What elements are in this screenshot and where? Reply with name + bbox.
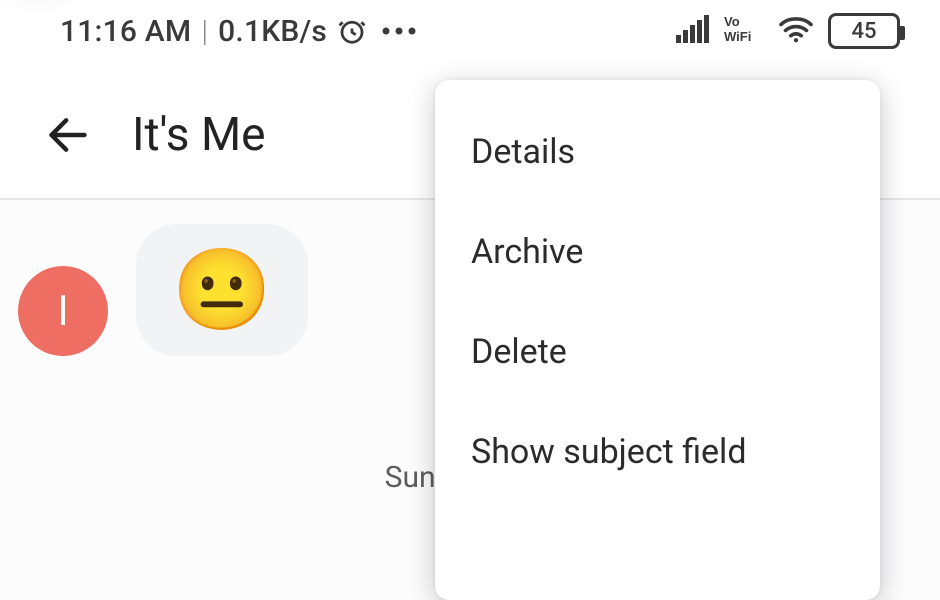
status-left: 11:16 AM | 0.1KB/s bbox=[60, 14, 417, 49]
svg-text:WiFi: WiFi bbox=[724, 29, 751, 44]
neutral-face-emoji: 😐 bbox=[172, 250, 272, 330]
status-time: 11:16 AM bbox=[60, 14, 191, 49]
menu-item-details[interactable]: Details bbox=[435, 102, 880, 202]
vowifi-icon: Vo WiFi bbox=[724, 14, 764, 48]
more-notifications-icon bbox=[381, 26, 417, 36]
avatar-initial: I bbox=[57, 287, 68, 336]
status-separator: | bbox=[201, 14, 208, 49]
message-row: I 😐 bbox=[18, 224, 308, 356]
menu-item-delete[interactable]: Delete bbox=[435, 302, 880, 402]
alarm-icon bbox=[337, 16, 367, 46]
arrow-left-icon bbox=[46, 113, 90, 157]
battery-percent: 45 bbox=[851, 19, 876, 44]
contact-avatar[interactable]: I bbox=[18, 266, 108, 356]
status-bar: 11:16 AM | 0.1KB/s bbox=[0, 0, 940, 62]
battery-indicator: 45 bbox=[828, 13, 900, 49]
signal-icon bbox=[676, 15, 710, 47]
wifi-icon bbox=[778, 15, 814, 47]
back-button[interactable] bbox=[40, 107, 96, 163]
menu-item-archive[interactable]: Archive bbox=[435, 202, 880, 302]
status-right: Vo WiFi 45 bbox=[676, 13, 900, 49]
svg-text:Vo: Vo bbox=[724, 14, 740, 29]
status-data-rate: 0.1KB/s bbox=[218, 14, 327, 49]
message-bubble[interactable]: 😐 bbox=[136, 224, 308, 356]
conversation-title[interactable]: It's Me bbox=[132, 108, 266, 162]
overflow-menu: Details Archive Delete Show subject fiel… bbox=[435, 80, 880, 600]
menu-item-show-subject[interactable]: Show subject field bbox=[435, 402, 880, 502]
